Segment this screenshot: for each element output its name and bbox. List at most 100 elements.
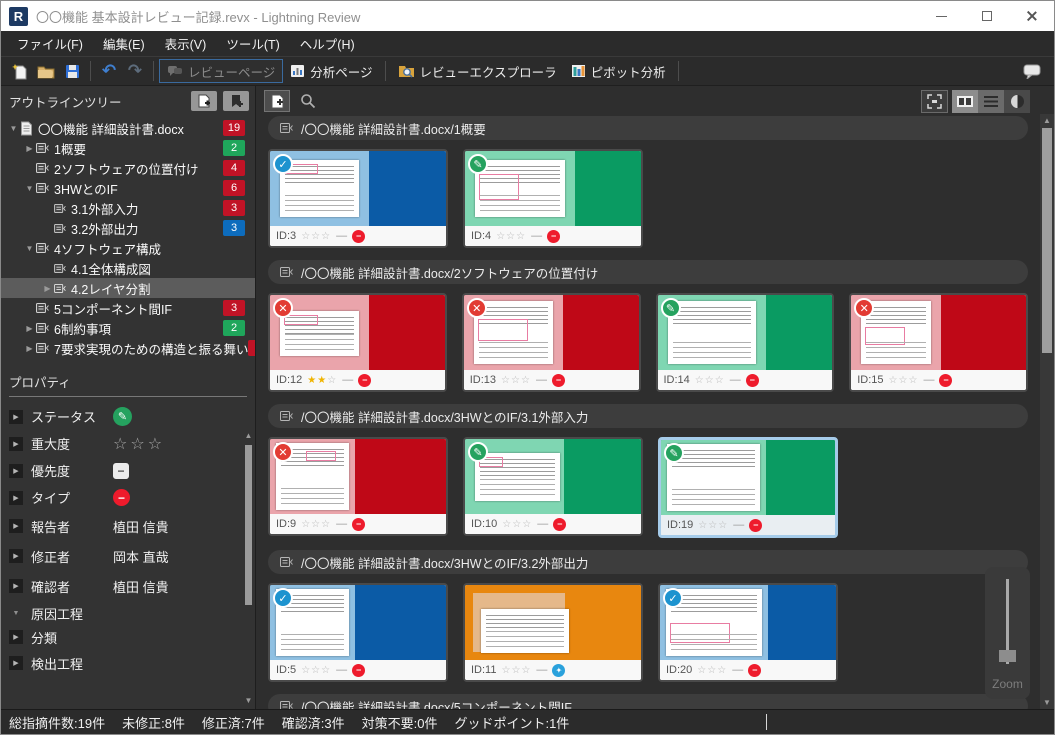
scroll-up-icon[interactable]: ▲ <box>1040 116 1054 125</box>
tree-item-chapter2[interactable]: 2ソフトウェアの位置付け 4 <box>1 158 255 178</box>
thumbnail-view-button[interactable] <box>952 90 978 113</box>
section-header[interactable]: /〇〇機能 詳細設計書.docx/2ソフトウェアの位置付け <box>268 260 1028 284</box>
list-view-button[interactable] <box>978 90 1004 113</box>
finding-card[interactable]: ✓ ID:3 ☆☆☆ — − <box>268 149 448 248</box>
new-file-button[interactable] <box>8 60 32 82</box>
expand-arrow-icon[interactable]: ▶ <box>23 324 36 333</box>
tree-item-chapter4-1[interactable]: 4.1全体構成図 <box>1 258 255 278</box>
tree-item-chapter3[interactable]: ▼ 3HWとのIF 6 <box>1 178 255 198</box>
finding-card[interactable]: ✎ ID:10 ☆☆☆ — − <box>463 437 643 536</box>
finding-card[interactable]: ✎ ID:4 ☆☆☆ — − <box>463 149 643 248</box>
finding-count-badge: 6 <box>223 180 245 196</box>
section-header[interactable]: /〇〇機能 詳細設計書.docx/5コンポーネント間IF <box>268 694 1028 709</box>
review-page-button[interactable]: レビューページ <box>159 59 283 83</box>
expand-arrow-icon[interactable]: ▼ <box>23 184 36 193</box>
finding-card-selected[interactable]: ✎ ID:19 ☆☆☆ — − <box>658 437 838 538</box>
expand-arrow-icon[interactable]: ▶ <box>23 144 36 153</box>
save-button[interactable] <box>60 60 84 82</box>
type-issue-icon[interactable]: − <box>113 489 130 506</box>
status-total-findings: 総指摘件数:19件 <box>9 713 105 732</box>
status-unfixed-icon: ✕ <box>467 298 487 318</box>
tree-item-label: 3.1外部入力 <box>71 199 138 218</box>
finding-card[interactable]: ✕ ID:13 ☆☆☆ — − <box>462 293 641 392</box>
menu-help[interactable]: ヘルプ(H) <box>290 30 365 57</box>
tree-item-chapter1[interactable]: ▶ 1概要 2 <box>1 138 255 158</box>
section-header[interactable]: /〇〇機能 詳細設計書.docx/1概要 <box>268 116 1028 140</box>
expand-arrow-icon[interactable]: ▶ <box>9 549 23 563</box>
zoom-slider-panel: Zoom <box>985 567 1030 699</box>
properties-scrollbar[interactable]: ▲ ▼ <box>244 431 253 705</box>
status-fixed-icon[interactable]: ✎ <box>113 407 132 426</box>
collapse-arrow-icon[interactable]: ▼ <box>9 606 23 620</box>
expand-arrow-icon[interactable]: ▶ <box>9 491 23 505</box>
maximize-button[interactable] <box>964 1 1009 31</box>
redo-button[interactable]: ↷ <box>123 60 147 82</box>
fit-to-screen-button[interactable] <box>921 90 948 113</box>
scroll-up-icon[interactable]: ▲ <box>244 431 253 440</box>
scrollbar-thumb[interactable] <box>245 445 252 605</box>
finding-card[interactable]: ✎ ID:14 ☆☆☆ — − <box>656 293 835 392</box>
property-value[interactable]: 植田 信貴 <box>113 577 169 596</box>
zoom-slider-thumb[interactable] <box>999 650 1016 662</box>
review-explorer-button[interactable]: レビューエクスプローラ <box>391 59 564 83</box>
comment-bubble-icon <box>1023 64 1041 79</box>
expand-arrow-icon[interactable]: ▶ <box>9 579 23 593</box>
property-value[interactable]: 岡本 直哉 <box>113 547 169 566</box>
expand-arrow-icon[interactable]: ▼ <box>7 124 20 133</box>
section-header[interactable]: /〇〇機能 詳細設計書.docx/3HWとのIF/3.2外部出力 <box>268 550 1028 574</box>
tree-item-chapter3-2[interactable]: 3.2外部出力 3 <box>1 218 255 238</box>
finding-card[interactable]: ✓ ID:5 ☆☆☆ — − <box>268 583 448 682</box>
expand-arrow-icon[interactable]: ▶ <box>9 656 23 670</box>
section-external-input: /〇〇機能 詳細設計書.docx/3HWとのIF/3.1外部入力 ✕ ID:9 … <box>268 404 1028 538</box>
minimize-button[interactable] <box>919 1 964 31</box>
add-finding-button[interactable] <box>264 90 290 112</box>
finding-card[interactable]: ID:11 ☆☆☆ — ✦ <box>463 583 643 682</box>
tree-item-chapter7[interactable]: ▶ 7要求実現のための構造と振る舞い 2 <box>1 338 255 358</box>
finding-card[interactable]: ✕ ID:9 ☆☆☆ — − <box>268 437 448 536</box>
expand-arrow-icon[interactable]: ▶ <box>9 630 23 644</box>
add-bookmark-button[interactable] <box>223 91 249 111</box>
scroll-down-icon[interactable]: ▼ <box>1040 698 1054 707</box>
menu-view[interactable]: 表示(V) <box>155 30 217 57</box>
scroll-down-icon[interactable]: ▼ <box>244 696 253 705</box>
add-document-icon <box>197 94 211 109</box>
analysis-page-button[interactable]: 分析ページ <box>283 59 379 83</box>
contrast-view-button[interactable] <box>1004 90 1030 113</box>
type-issue-icon: − <box>547 230 560 243</box>
property-label: 検出工程 <box>31 654 101 673</box>
finding-card[interactable]: ✓ ID:20 ☆☆☆ — − <box>658 583 838 682</box>
tree-item-chapter4-2[interactable]: ▶ 4.2レイヤ分割 <box>1 278 255 298</box>
menu-file[interactable]: ファイル(F) <box>7 30 93 57</box>
expand-arrow-icon[interactable]: ▶ <box>9 410 23 424</box>
open-file-button[interactable] <box>34 60 58 82</box>
tree-item-chapter6[interactable]: ▶ 6制約事項 2 <box>1 318 255 338</box>
findings-scroll-area[interactable]: /〇〇機能 詳細設計書.docx/1概要 ✓ ID:3 ☆☆☆ — − ✎ <box>257 114 1040 709</box>
comment-button[interactable] <box>1020 60 1044 82</box>
finding-card[interactable]: ✕ ID:12 ★★☆ — − <box>268 293 447 392</box>
tree-item-chapter3-1[interactable]: 3.1外部入力 3 <box>1 198 255 218</box>
search-button[interactable] <box>296 90 320 112</box>
chapter-icon <box>280 267 293 277</box>
add-document-button[interactable] <box>191 91 217 111</box>
scrollbar-thumb[interactable] <box>1042 128 1052 353</box>
expand-arrow-icon[interactable]: ▼ <box>23 244 36 253</box>
tree-item-document[interactable]: ▼ 〇〇機能 詳細設計書.docx 19 <box>1 118 255 138</box>
tree-item-chapter4[interactable]: ▼ 4ソフトウェア構成 <box>1 238 255 258</box>
expand-arrow-icon[interactable]: ▶ <box>41 284 54 293</box>
property-value[interactable]: 植田 信貴 <box>113 517 169 536</box>
section-header[interactable]: /〇〇機能 詳細設計書.docx/3HWとのIF/3.1外部入力 <box>268 404 1028 428</box>
tree-item-chapter5[interactable]: 5コンポーネント間IF 3 <box>1 298 255 318</box>
expand-arrow-icon[interactable]: ▶ <box>9 464 23 478</box>
close-button[interactable] <box>1009 1 1054 31</box>
menu-tools[interactable]: ツール(T) <box>216 30 289 57</box>
menu-edit[interactable]: 編集(E) <box>93 30 155 57</box>
undo-button[interactable]: ↶ <box>97 60 121 82</box>
finding-card[interactable]: ✕ ID:15 ☆☆☆ — − <box>849 293 1028 392</box>
severity-stars[interactable]: ☆☆☆ <box>113 434 165 454</box>
expand-arrow-icon[interactable]: ▶ <box>9 437 23 451</box>
main-scrollbar[interactable]: ▲ ▼ <box>1040 114 1054 709</box>
pivot-analysis-button[interactable]: ピボット分析 <box>564 59 673 83</box>
expand-arrow-icon[interactable]: ▶ <box>9 519 23 533</box>
expand-arrow-icon[interactable]: ▶ <box>23 344 36 353</box>
priority-none-icon[interactable]: − <box>113 463 129 479</box>
